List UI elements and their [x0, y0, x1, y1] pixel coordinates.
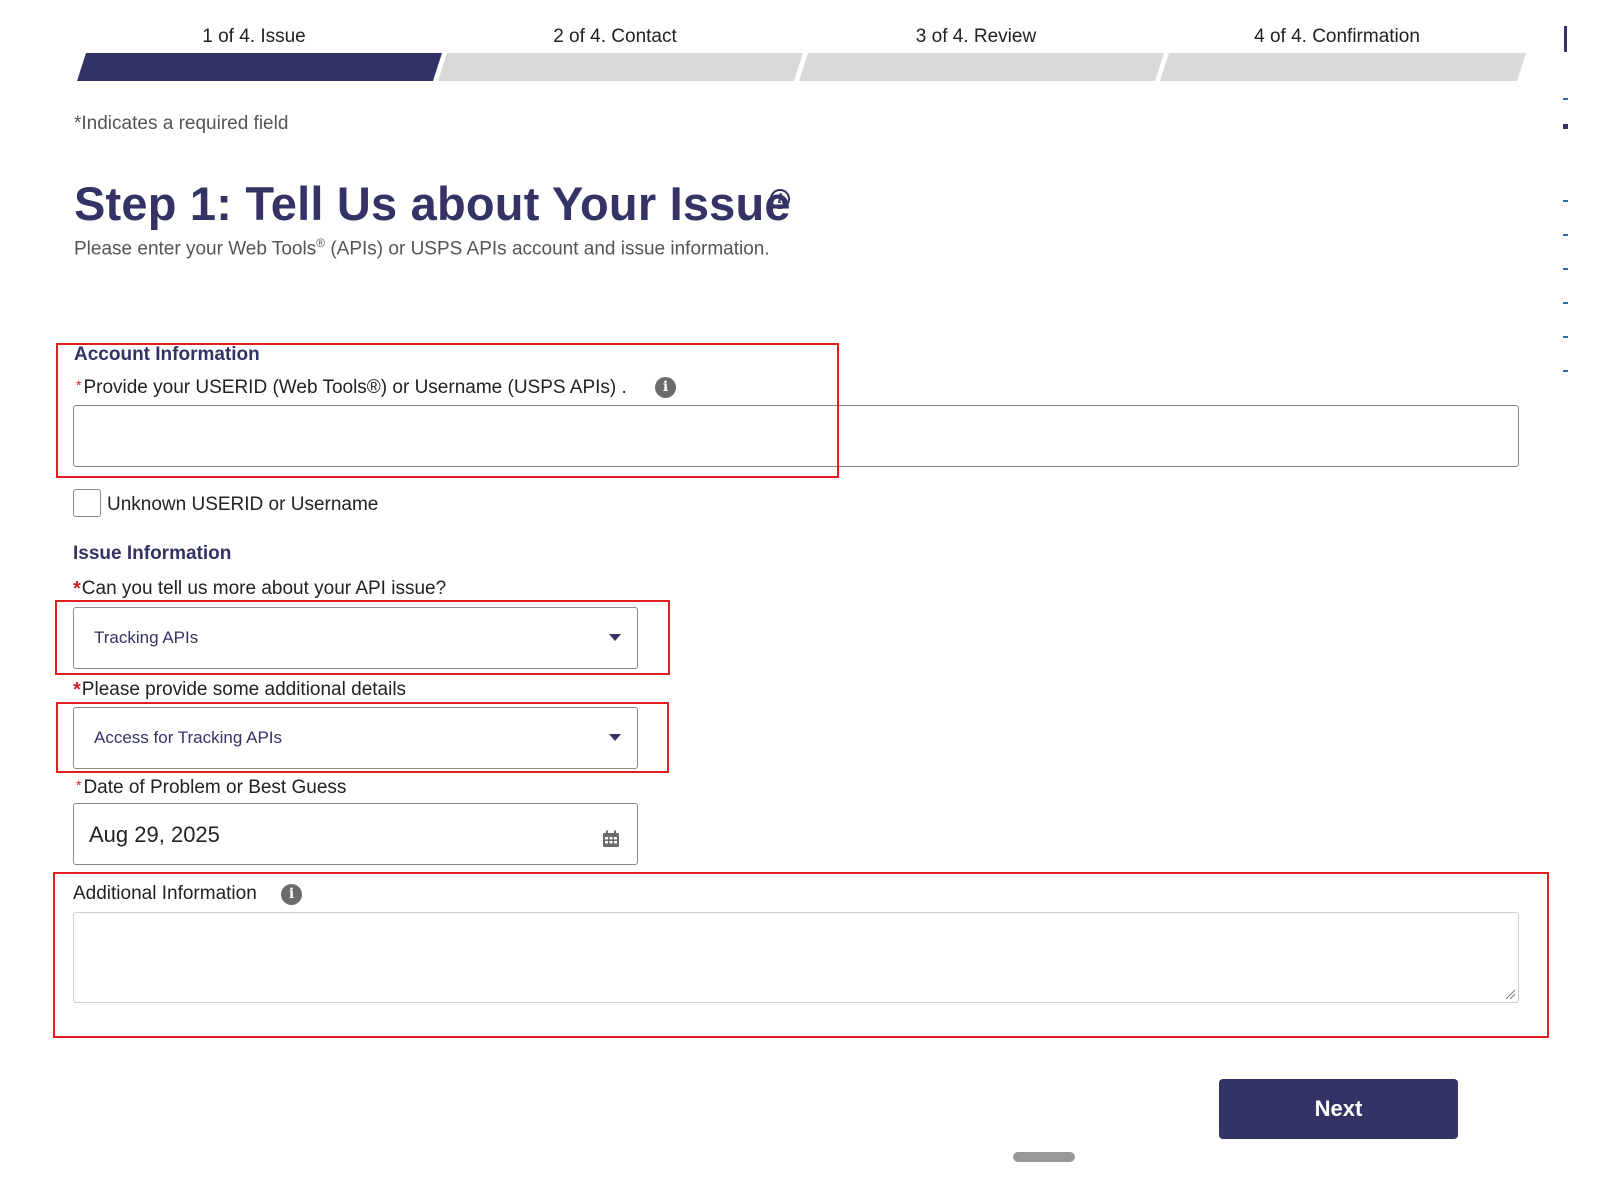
resize-handle-icon[interactable] — [1504, 988, 1516, 1000]
userid-input[interactable] — [73, 405, 1519, 467]
date-input[interactable]: Aug 29, 2025 — [73, 803, 638, 865]
right-edge-bar — [1564, 26, 1567, 52]
right-edge-link[interactable] — [1563, 319, 1568, 338]
step-1-bar — [77, 53, 442, 81]
unknown-userid-label[interactable]: Unknown USERID or Username — [107, 494, 378, 516]
scroll-handle[interactable] — [1013, 1152, 1075, 1162]
date-label-text: Date of Problem or Best Guess — [83, 777, 347, 798]
additional-details-select[interactable]: Access for Tracking APIs — [73, 707, 638, 769]
right-edge-dot — [1563, 124, 1568, 129]
step-3-label: 3 of 4. Review — [915, 26, 1037, 47]
required-asterisk: * — [73, 679, 81, 701]
additional-details-label-text: Please provide some additional details — [81, 679, 407, 700]
additional-info-icon[interactable]: i — [281, 884, 302, 905]
required-asterisk: * — [76, 377, 82, 393]
additional-details-select-value: Access for Tracking APIs — [94, 728, 283, 747]
api-issue-label-text: Can you tell us more about your API issu… — [81, 578, 447, 599]
additional-information-label: Additional Information — [73, 883, 257, 904]
right-edge-link[interactable] — [1563, 251, 1568, 270]
required-field-note: *Indicates a required field — [74, 113, 289, 134]
date-label: * Date of Problem or Best Guess — [76, 777, 346, 799]
api-issue-label: *Can you tell us more about your API iss… — [73, 578, 446, 601]
next-button[interactable]: Next — [1219, 1079, 1458, 1139]
userid-info-icon[interactable]: i — [655, 377, 676, 398]
chevron-down-icon — [609, 634, 621, 641]
info-icon[interactable]: i — [770, 189, 790, 209]
api-issue-select-value: Tracking APIs — [94, 628, 199, 647]
step-2-bar — [438, 53, 803, 81]
issue-information-heading: Issue Information — [73, 543, 232, 564]
unknown-userid-checkbox[interactable] — [73, 489, 101, 517]
page-subtitle: Please enter your Web Tools® (APIs) or U… — [74, 236, 770, 260]
userid-label-text: Provide your USERID (Web Tools®) or User… — [83, 377, 627, 398]
right-edge-link[interactable] — [1563, 353, 1568, 372]
step-3-bar — [799, 53, 1164, 81]
right-edge-link[interactable] — [1563, 217, 1568, 236]
chevron-down-icon — [609, 734, 621, 741]
required-asterisk: * — [73, 578, 81, 600]
calendar-icon[interactable] — [602, 830, 620, 848]
registered-mark: ® — [316, 236, 326, 250]
userid-label: * Provide your USERID (Web Tools®) or Use… — [76, 377, 627, 399]
step-1-label: 1 of 4. Issue — [202, 26, 306, 47]
api-issue-select[interactable]: Tracking APIs — [73, 607, 638, 669]
additional-information-textarea[interactable] — [73, 912, 1519, 1003]
right-edge-link[interactable] — [1563, 81, 1568, 100]
additional-details-label: *Please provide some additional details — [73, 679, 406, 702]
account-information-heading: Account Information — [74, 344, 260, 365]
page-title: Step 1: Tell Us about Your Issue — [74, 177, 791, 230]
subtitle-text: Please enter your Web Tools — [74, 238, 317, 260]
right-edge-link[interactable] — [1563, 183, 1568, 202]
right-edge-link[interactable] — [1563, 285, 1568, 304]
step-2-label: 2 of 4. Contact — [553, 26, 677, 47]
step-4-label: 4 of 4. Confirmation — [1254, 26, 1420, 47]
date-input-value: Aug 29, 2025 — [89, 822, 220, 847]
step-4-bar — [1160, 53, 1526, 81]
subtitle-text-rest: (APIs) or USPS APIs account and issue in… — [325, 238, 770, 260]
required-asterisk: * — [76, 777, 82, 793]
